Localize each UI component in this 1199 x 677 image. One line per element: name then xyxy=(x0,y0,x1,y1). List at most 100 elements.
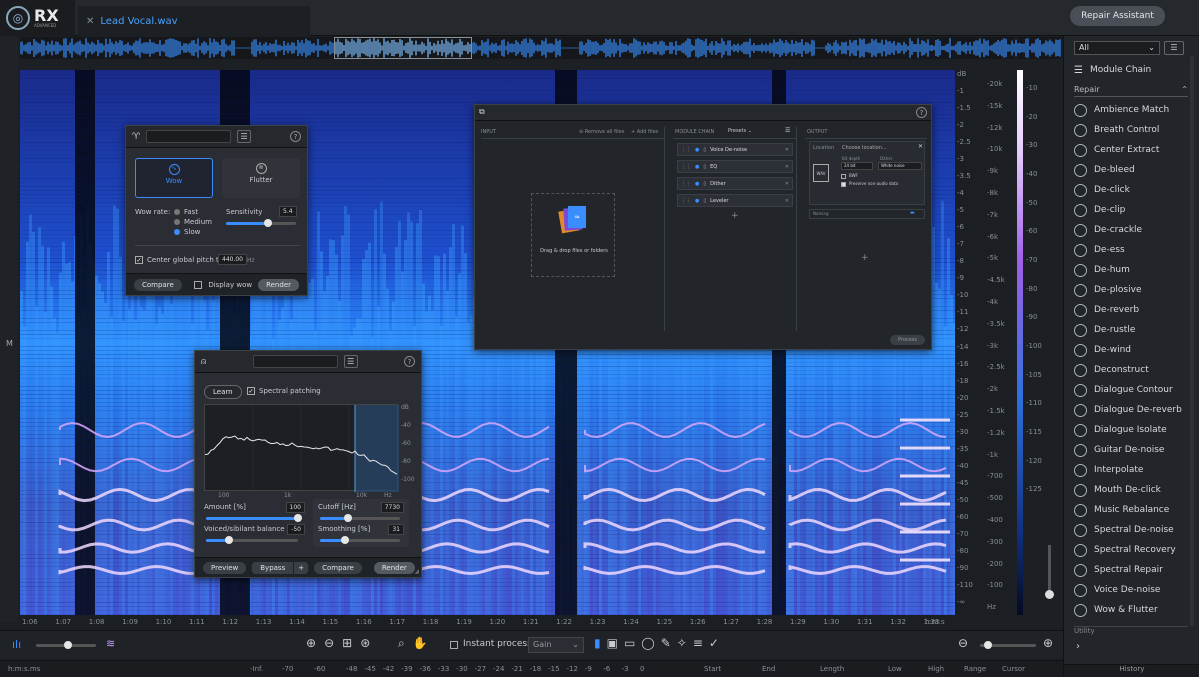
amount-value[interactable]: 100 xyxy=(285,502,305,513)
help-icon[interactable]: ? xyxy=(404,356,415,367)
remove-all-files-button[interactable]: ⊖ Remove all files xyxy=(579,129,624,135)
module-item[interactable]: Center Extract xyxy=(1064,140,1199,160)
vertical-zoom-slider[interactable] xyxy=(1048,545,1051,595)
overview-selection[interactable] xyxy=(334,37,472,59)
chain-module-row[interactable]: ⋮⋮ ● ▯ EQ ✕ xyxy=(677,160,793,173)
module-item[interactable]: Ambience Match xyxy=(1064,100,1199,120)
zoom-in-icon[interactable]: ⊕ xyxy=(306,636,324,650)
lasso-icon[interactable]: ◯ xyxy=(641,636,660,650)
module-item[interactable]: De-ess xyxy=(1064,240,1199,260)
module-item[interactable]: De-crackle xyxy=(1064,220,1199,240)
module-item[interactable]: Dialogue De-reverb xyxy=(1064,400,1199,420)
wow-rate-option[interactable]: Medium xyxy=(174,217,212,227)
module-item[interactable]: Interpolate xyxy=(1064,460,1199,480)
de-ess-spectrum-graph[interactable] xyxy=(204,404,399,492)
history-tab[interactable]: History xyxy=(1064,664,1199,677)
wow-rate-option[interactable]: Slow xyxy=(174,227,212,237)
module-filter-dropdown[interactable]: All ⌄ xyxy=(1074,41,1160,55)
module-item[interactable]: De-clip xyxy=(1064,200,1199,220)
zoom-tools[interactable]: ⊕⊖⊞⊛ xyxy=(306,636,378,650)
utility-section-header[interactable]: Utility xyxy=(1074,626,1188,635)
compare-button[interactable]: Compare xyxy=(314,561,362,574)
freq-zoom-slider[interactable] xyxy=(980,641,1036,649)
vertical-zoom-knob[interactable] xyxy=(1045,590,1054,599)
module-chain-item[interactable]: ☰ Module Chain xyxy=(1064,60,1199,80)
nav-tools[interactable]: ⌕✋ xyxy=(398,636,436,651)
center-pitch-value[interactable]: 440.00 xyxy=(218,254,247,265)
close-icon[interactable]: ✕ xyxy=(86,16,94,27)
waveform-icon[interactable]: ılı xyxy=(12,638,21,651)
repair-assistant-button[interactable]: Repair Assistant xyxy=(1070,6,1165,26)
cutoff-slider[interactable] xyxy=(320,514,400,522)
sensitivity-value[interactable]: 5.4 xyxy=(279,206,297,217)
bypass-button[interactable]: Bypass xyxy=(252,561,294,574)
close-icon[interactable]: ✕ xyxy=(785,198,789,204)
instant-process-checkbox[interactable] xyxy=(450,641,458,649)
menu-icon[interactable]: ☰ xyxy=(343,355,358,368)
add-output-icon[interactable]: + xyxy=(861,253,869,263)
time-select-icon[interactable]: ▮ xyxy=(594,636,607,650)
module-item[interactable]: De-hum xyxy=(1064,260,1199,280)
module-item[interactable]: De-bleed xyxy=(1064,160,1199,180)
display-wow-checkbox[interactable] xyxy=(194,280,203,289)
drag-handle-icon[interactable]: ⋮⋮ xyxy=(681,147,691,153)
freq-select-icon[interactable]: ▣ xyxy=(607,636,624,650)
module-item[interactable]: De-wind xyxy=(1064,340,1199,360)
smoothing-value[interactable]: 31 xyxy=(388,524,404,535)
module-item[interactable]: Wow & Flutter xyxy=(1064,600,1199,620)
time-freq-select-icon[interactable]: ▭ xyxy=(624,636,641,650)
gain-dropdown[interactable]: Gain ⌄ xyxy=(528,637,584,653)
module-item[interactable]: Mouth De-click xyxy=(1064,480,1199,500)
spectrogram-icon[interactable]: ≋ xyxy=(106,637,115,650)
preset-dropdown[interactable] xyxy=(252,355,338,368)
zoom-selection-icon[interactable]: ⊞ xyxy=(342,636,360,650)
bit-depth-dropdown[interactable]: 24 bit xyxy=(841,162,873,170)
power-icon[interactable]: ● xyxy=(695,198,699,204)
menu-icon[interactable]: ☰ xyxy=(237,130,252,143)
module-item[interactable]: Breath Control xyxy=(1064,120,1199,140)
add-files-button[interactable]: + Add files xyxy=(631,129,658,135)
wand-icon[interactable]: ✧ xyxy=(677,636,693,650)
power-icon[interactable]: ● xyxy=(695,147,699,153)
selection-tools[interactable]: ▮▣▭◯✎✧≡✓ xyxy=(594,636,725,650)
render-button[interactable]: Render xyxy=(373,561,415,574)
chain-module-row[interactable]: ⋮⋮ ● ▯ Leveler ✕ xyxy=(677,194,793,207)
wow-rate-option[interactable]: Fast xyxy=(174,207,212,217)
drag-handle-icon[interactable]: ⋮⋮ xyxy=(681,198,691,204)
balance-slider[interactable] xyxy=(206,536,298,544)
close-icon[interactable]: ✕ xyxy=(918,143,923,150)
module-item[interactable]: De-reverb xyxy=(1064,300,1199,320)
time-format[interactable]: h:m:s.ms xyxy=(8,665,40,673)
smoothing-slider[interactable] xyxy=(320,536,400,544)
amount-slider[interactable] xyxy=(206,514,302,522)
help-icon[interactable]: ? xyxy=(290,131,301,142)
module-item[interactable]: Dialogue Contour xyxy=(1064,380,1199,400)
module-item[interactable]: De-rustle xyxy=(1064,320,1199,340)
compare-button[interactable]: Compare xyxy=(134,278,182,291)
module-item[interactable]: Spectral Repair xyxy=(1064,560,1199,580)
choose-location-button[interactable]: Choose location... xyxy=(842,145,887,151)
module-item[interactable]: Deconstruct xyxy=(1064,360,1199,380)
help-icon[interactable]: ? xyxy=(916,107,927,118)
fx-icon[interactable]: ✓ xyxy=(709,636,725,650)
chain-module-row[interactable]: ⋮⋮ ● ▯ Voice De-noise ✕ xyxy=(677,143,793,156)
wow-mode-button[interactable]: ∿ Wow xyxy=(135,158,213,198)
bypass-plus-button[interactable]: + xyxy=(294,561,309,574)
freq-zoom-out-icon[interactable]: ⊖ xyxy=(958,636,968,650)
module-settings-icon[interactable]: ▯ xyxy=(703,198,706,204)
timeline[interactable]: 1:06 1:07 1:08 1:09 1:10 1:11 1:12 1:13 1:14 1:15… xyxy=(20,615,955,629)
module-settings-icon[interactable]: ▯ xyxy=(703,147,706,153)
module-item[interactable]: Guitar De-noise xyxy=(1064,440,1199,460)
presets-dropdown[interactable]: Presets ⌄ xyxy=(728,128,752,134)
chain-module-row[interactable]: ⋮⋮ ● ▯ Dither ✕ xyxy=(677,177,793,190)
learn-button[interactable]: Learn xyxy=(204,385,242,399)
preview-button[interactable]: Preview xyxy=(203,561,247,574)
module-item[interactable]: Voice De-noise xyxy=(1064,580,1199,600)
bwf-checkbox[interactable] xyxy=(841,174,846,179)
close-icon[interactable]: ✕ xyxy=(785,147,789,153)
module-settings-icon[interactable]: ▯ xyxy=(703,164,706,170)
file-tab[interactable]: ✕ Lead Vocal.wav xyxy=(78,6,310,36)
add-module-icon[interactable]: + xyxy=(731,211,739,221)
waveform-overview[interactable] xyxy=(20,37,1062,59)
spectral-patching-checkbox[interactable]: ✓ xyxy=(247,387,255,395)
